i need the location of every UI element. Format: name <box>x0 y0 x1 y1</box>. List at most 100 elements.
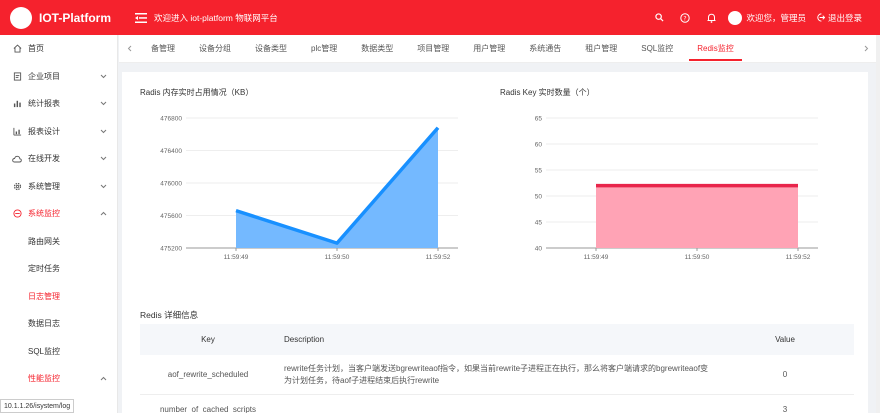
series-area <box>236 127 438 248</box>
status-url: 10.1.1.26/isystem/log <box>0 399 75 413</box>
tab-item[interactable]: SQL监控 <box>629 35 685 62</box>
header-key: Key <box>201 335 215 344</box>
bell-icon[interactable] <box>698 0 724 35</box>
svg-text:?: ? <box>684 15 687 22</box>
keys-chart: 40 45 50 55 60 65 11:59:49 11:59:50 11:59:52 <box>535 116 818 261</box>
sidebar-item-label: 系统监控 <box>28 209 60 219</box>
chevron-up-icon <box>99 375 107 383</box>
sidebar-item-reports[interactable]: 统计报表 <box>0 90 117 118</box>
sidebar-item-label: 首页 <box>28 44 44 54</box>
x-tick-label: 11:59:52 <box>786 254 811 261</box>
tab-item[interactable]: 项目管理 <box>405 35 461 62</box>
sidebar-item-label: 报表设计 <box>28 126 60 136</box>
y-tick-label: 476800 <box>160 116 182 123</box>
row-value: 3 <box>782 404 788 413</box>
chevron-down-icon <box>99 182 107 190</box>
y-tick-label: 476000 <box>160 181 182 188</box>
logo <box>10 6 32 29</box>
memory-chart-title: Radis 内存实时占用情况（KB） <box>140 88 254 97</box>
home-icon <box>12 44 22 54</box>
sidebar-item-report-design[interactable]: 报表设计 <box>0 118 117 146</box>
tab-item[interactable]: 设备分组 <box>187 35 243 62</box>
keys-chart-title: Radis Key 实时数量（个） <box>500 88 595 97</box>
tab-scroll-left-icon[interactable] <box>119 35 139 62</box>
bar-chart-icon <box>12 99 22 109</box>
sidebar-item-label: 系统管理 <box>28 181 60 191</box>
details-title: Redis 详细信息 <box>140 310 199 320</box>
chevron-down-icon <box>99 72 107 80</box>
logout-button[interactable]: 退出登录 <box>816 12 862 24</box>
y-tick-label: 60 <box>535 142 543 149</box>
x-tick-label: 11:59:52 <box>426 254 451 261</box>
sidebar-sub-data-log[interactable]: 数据日志 <box>0 310 117 338</box>
table-row: aof_rewrite_scheduled rewrite任务计划，当客户端发送… <box>140 355 854 395</box>
sidebar-item-projects[interactable]: 企业项目 <box>0 63 117 91</box>
user-greeting[interactable]: 欢迎您，管理员 <box>746 12 806 24</box>
x-tick-label: 11:59:50 <box>325 254 350 261</box>
table-header: Key Description Value <box>140 324 854 355</box>
chevron-up-icon <box>99 210 107 218</box>
y-tick-label: 476400 <box>160 148 182 155</box>
sidebar-sub-log-management[interactable]: 日志管理 <box>0 283 117 311</box>
page-scrollbar[interactable] <box>876 35 880 413</box>
y-tick-label: 50 <box>535 194 543 201</box>
y-tick-label: 65 <box>535 116 543 123</box>
cloud-icon <box>12 154 22 164</box>
row-key: aof_rewrite_scheduled <box>167 370 249 379</box>
sidebar-item-online-dev[interactable]: 在线开发 <box>0 145 117 173</box>
sidebar-sub-label: 性能监控 <box>28 374 60 384</box>
sidebar-item-label: 在线开发 <box>28 154 60 164</box>
series-area <box>596 185 798 248</box>
row-value: 0 <box>782 370 788 379</box>
tab-item[interactable]: 租户管理 <box>573 35 629 62</box>
tab-item[interactable]: 用户管理 <box>461 35 517 62</box>
sidebar-item-label: 企业项目 <box>28 71 60 81</box>
sidebar-item-monitor[interactable]: 系统监控 <box>0 200 117 228</box>
tab-item[interactable]: 备管理 <box>139 35 187 62</box>
memory-chart: 475200 475600 476000 476400 476800 11:59:49 11… <box>160 116 458 261</box>
sidebar-item-home[interactable]: 首页 <box>0 35 117 63</box>
sidebar-sub-performance[interactable]: 性能监控 <box>0 365 117 393</box>
chevron-down-icon <box>99 100 107 108</box>
tab-list: 备管理 设备分组 设备类型 plc管理 数据类型 项目管理 用户管理 系统通告 租户管理 SQL监… <box>139 35 856 62</box>
tab-item[interactable]: Redis监控 <box>685 35 745 62</box>
menu-toggle-icon[interactable] <box>134 11 148 25</box>
sidebar-sub-scheduled-tasks[interactable]: 定时任务 <box>0 255 117 283</box>
y-tick-label: 475200 <box>160 246 182 253</box>
tab-scroll-right-icon[interactable] <box>856 35 876 62</box>
x-tick-label: 11:59:49 <box>584 254 609 261</box>
tab-item[interactable]: 数据类型 <box>349 35 405 62</box>
table-row: number_of_cached_scripts 3 <box>140 395 854 413</box>
header-description: Description <box>284 334 325 344</box>
sidebar-item-label: 统计报表 <box>28 99 60 109</box>
tab-item[interactable]: 设备类型 <box>243 35 299 62</box>
welcome-text: 欢迎进入 iot-platform 物联网平台 <box>154 12 278 23</box>
tab-item[interactable]: plc管理 <box>299 35 349 62</box>
y-tick-label: 55 <box>535 168 543 175</box>
tab-item[interactable]: 系统通告 <box>517 35 573 62</box>
logout-label: 退出登录 <box>827 12 862 23</box>
chevron-down-icon <box>99 127 107 135</box>
y-tick-label: 475600 <box>160 213 182 220</box>
search-icon[interactable] <box>646 0 672 35</box>
sidebar: 首页 企业项目 统计报表 报表设计 在线开发 系统管理 系统监控 路由网关 定时… <box>0 35 118 413</box>
sidebar-item-system[interactable]: 系统管理 <box>0 173 117 201</box>
x-tick-label: 11:59:49 <box>224 254 249 261</box>
settings-icon <box>12 181 22 191</box>
main-panel: Radis 内存实时占用情况（KB） Radis Key 实时数量（个） 475… <box>122 72 868 413</box>
x-tick-label: 11:59:50 <box>685 254 710 261</box>
row-description: rewrite任务计划，当客户端发送bgrewriteaof指令，如果当前rew… <box>284 363 709 385</box>
y-tick-label: 45 <box>535 220 543 227</box>
avatar[interactable] <box>728 10 743 25</box>
header-value: Value <box>775 335 795 344</box>
logout-icon <box>817 13 825 22</box>
tab-bar: 备管理 设备分组 设备类型 plc管理 数据类型 项目管理 用户管理 系统通告 租户管理 SQL监… <box>119 35 876 63</box>
details-table: Key Description Value aof_rewrite_schedu… <box>140 324 854 413</box>
top-header: IOT-Platform 欢迎进入 iot-platform 物联网平台 ? 欢… <box>0 0 880 35</box>
monitor-icon <box>12 209 22 219</box>
sidebar-sub-gateway[interactable]: 路由网关 <box>0 228 117 256</box>
brand-title: IOT-Platform <box>39 10 112 25</box>
sidebar-sub-sql-monitor[interactable]: SQL监控 <box>0 338 117 366</box>
chevron-down-icon <box>99 155 107 163</box>
question-icon[interactable]: ? <box>672 0 698 35</box>
